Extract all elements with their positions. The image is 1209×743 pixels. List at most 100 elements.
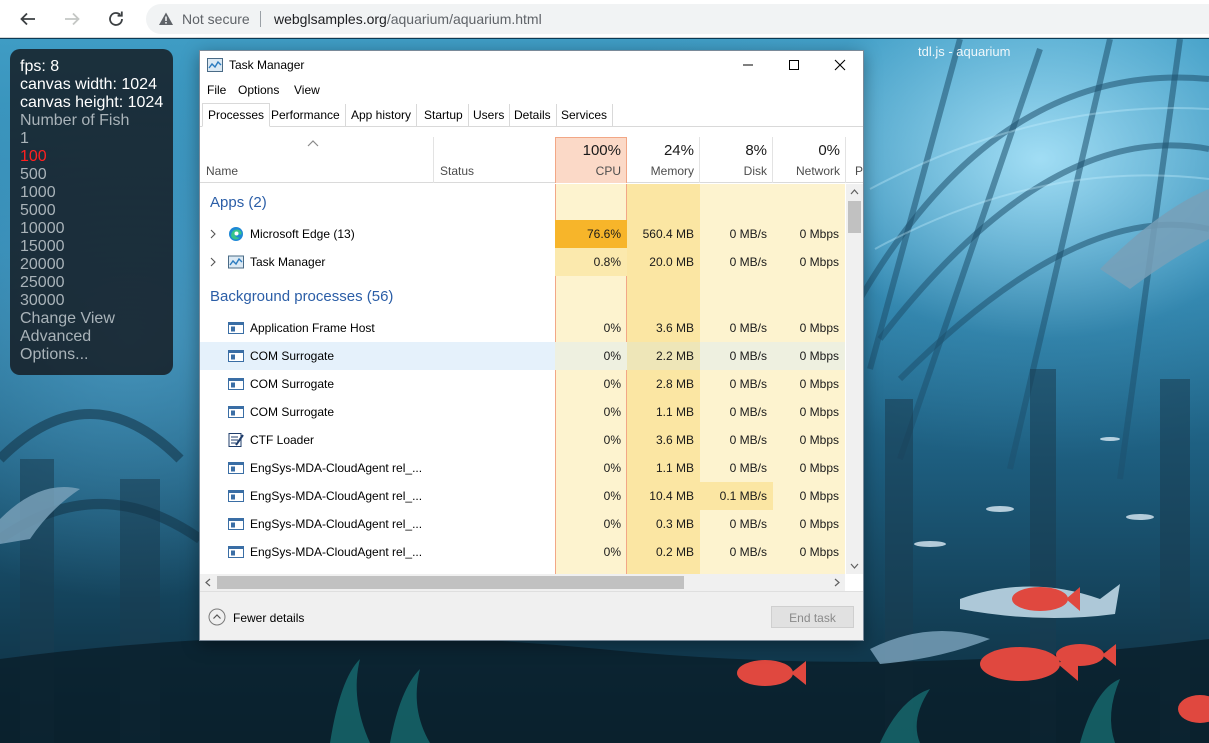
fish-option[interactable]: 1 — [20, 130, 163, 148]
table-row[interactable]: Task Manager 0.8% 20.0 MB 0 MB/s 0 Mbps — [200, 248, 845, 276]
column-divider — [433, 137, 434, 183]
process-list: Apps (2) Microsoft Edge (13) 76.6% 560.4… — [200, 184, 845, 622]
network-cell: 0 Mbps — [799, 227, 839, 241]
memory-cell: 1.1 MB — [655, 461, 694, 475]
column-cpu[interactable]: CPU — [555, 164, 621, 178]
menu-file[interactable]: File — [207, 83, 226, 97]
forward-button[interactable] — [60, 7, 84, 31]
menu-view[interactable]: View — [294, 83, 320, 97]
disk-total[interactable]: 8% — [700, 142, 767, 159]
fish-option[interactable]: 20000 — [20, 256, 163, 274]
table-row[interactable]: CTF Loader 0% 3.6 MB 0 MB/s 0 Mbps — [200, 426, 845, 454]
column-network[interactable]: Network — [773, 164, 840, 178]
address-divider — [260, 11, 261, 27]
fish-option[interactable]: 30000 — [20, 292, 163, 310]
memory-cell: 3.6 MB — [655, 433, 694, 447]
table-row[interactable]: EngSys-MDA-CloudAgent rel_... 0% 1.1 MB … — [200, 454, 845, 482]
scroll-down-icon[interactable] — [850, 563, 859, 569]
close-button[interactable] — [817, 51, 863, 79]
tab-strip: Processes Performance App history Startu… — [200, 103, 863, 127]
scroll-right-icon[interactable] — [834, 578, 840, 587]
options-button[interactable]: Options... — [20, 346, 163, 364]
vertical-scrollbar[interactable] — [846, 184, 863, 574]
disk-cell: 0.1 MB/s — [700, 482, 773, 510]
column-name[interactable]: Name — [206, 164, 238, 178]
cpu-cell: 0% — [603, 433, 621, 447]
memory-total[interactable]: 24% — [627, 142, 694, 159]
horizontal-scrollbar[interactable] — [200, 574, 845, 591]
minimize-button[interactable] — [725, 51, 771, 79]
fish-option[interactable]: 1000 — [20, 184, 163, 202]
cpu-cell: 0% — [603, 517, 621, 531]
fish-option-selected[interactable]: 100 — [20, 148, 163, 166]
advanced-button[interactable]: Advanced — [20, 328, 163, 346]
chevron-right-icon[interactable] — [209, 229, 217, 239]
fish-option[interactable]: 10000 — [20, 220, 163, 238]
url-text[interactable]: webglsamples.org/aquarium/aquarium.html — [274, 11, 542, 27]
tab-processes[interactable]: Processes — [202, 103, 271, 127]
fish-option[interactable]: 25000 — [20, 274, 163, 292]
network-cell: 0 Mbps — [799, 321, 839, 335]
fish-option[interactable]: 15000 — [20, 238, 163, 256]
end-task-button[interactable]: End task — [771, 606, 854, 628]
sort-up-icon[interactable] — [307, 139, 319, 147]
window-icon — [228, 462, 244, 474]
tab-app-history[interactable]: App history — [346, 104, 418, 126]
chevron-up-circle-icon[interactable] — [208, 608, 226, 626]
table-row[interactable]: EngSys-MDA-CloudAgent rel_... 0% 10.4 MB… — [200, 482, 845, 510]
change-view-button[interactable]: Change View — [20, 310, 163, 328]
table-row[interactable]: EngSys-MDA-CloudAgent rel_... 0% 0.2 MB … — [200, 538, 845, 566]
table-row-selected[interactable]: COM Surrogate 0% 2.2 MB 0 MB/s 0 Mbps — [200, 342, 845, 370]
tab-performance[interactable]: Performance — [266, 104, 346, 126]
column-status[interactable]: Status — [440, 164, 474, 178]
cpu-cell: 0% — [603, 489, 621, 503]
cpu-cell: 0% — [603, 377, 621, 391]
scroll-left-icon[interactable] — [205, 578, 211, 587]
horizontal-scroll-thumb[interactable] — [217, 576, 684, 589]
column-memory[interactable]: Memory — [627, 164, 694, 178]
table-row[interactable]: COM Surrogate 0% 1.1 MB 0 MB/s 0 Mbps — [200, 398, 845, 426]
tab-startup[interactable]: Startup — [419, 104, 469, 126]
column-power-partial[interactable]: P — [855, 164, 863, 178]
process-name: Microsoft Edge (13) — [250, 227, 355, 241]
back-button[interactable] — [16, 7, 40, 31]
fish-option[interactable]: 5000 — [20, 202, 163, 220]
table-row[interactable]: Microsoft Edge (13) 76.6% 560.4 MB 0 MB/… — [200, 220, 845, 248]
column-disk[interactable]: Disk — [700, 164, 767, 178]
disk-cell: 0 MB/s — [729, 227, 767, 241]
table-row[interactable]: Application Frame Host 0% 3.6 MB 0 MB/s … — [200, 314, 845, 342]
fish-option[interactable]: 500 — [20, 166, 163, 184]
window-icon — [228, 350, 244, 362]
window-footer: Fewer details End task — [200, 591, 863, 640]
process-name: COM Surrogate — [250, 405, 335, 419]
group-header-background[interactable]: Background processes (56) — [200, 278, 845, 310]
group-header-apps[interactable]: Apps (2) — [200, 184, 845, 216]
cpu-total[interactable]: 100% — [555, 142, 621, 159]
maximize-button[interactable] — [771, 51, 817, 79]
vertical-scroll-thumb[interactable] — [848, 201, 861, 233]
fps-readout: fps: 8 — [20, 58, 60, 75]
address-bar[interactable]: Not secure webglsamples.org/aquarium/aqu… — [146, 4, 1209, 34]
process-name: EngSys-MDA-CloudAgent rel_... — [250, 461, 423, 475]
disk-cell: 0 MB/s — [729, 321, 767, 335]
window-icon — [228, 518, 244, 530]
reload-button[interactable] — [104, 7, 128, 31]
network-total[interactable]: 0% — [773, 142, 840, 159]
task-manager-icon — [228, 255, 244, 269]
chevron-right-icon[interactable] — [209, 257, 217, 267]
tab-users[interactable]: Users — [468, 104, 511, 126]
security-status[interactable]: Not secure — [182, 11, 250, 27]
cpu-cell: 0.8% — [555, 248, 627, 276]
table-row[interactable]: COM Surrogate 0% 2.8 MB 0 MB/s 0 Mbps — [200, 370, 845, 398]
title-bar[interactable]: Task Manager — [200, 51, 863, 79]
scroll-up-icon[interactable] — [850, 189, 859, 195]
process-name: CTF Loader — [250, 433, 315, 447]
process-name: EngSys-MDA-CloudAgent rel_... — [250, 517, 423, 531]
warning-triangle-icon[interactable] — [158, 11, 174, 27]
network-cell: 0 Mbps — [799, 489, 839, 503]
menu-options[interactable]: Options — [238, 83, 279, 97]
tab-services[interactable]: Services — [556, 104, 614, 126]
table-row[interactable]: EngSys-MDA-CloudAgent rel_... 0% 0.3 MB … — [200, 510, 845, 538]
fewer-details-link[interactable]: Fewer details — [233, 611, 304, 625]
tab-details[interactable]: Details — [509, 104, 557, 126]
